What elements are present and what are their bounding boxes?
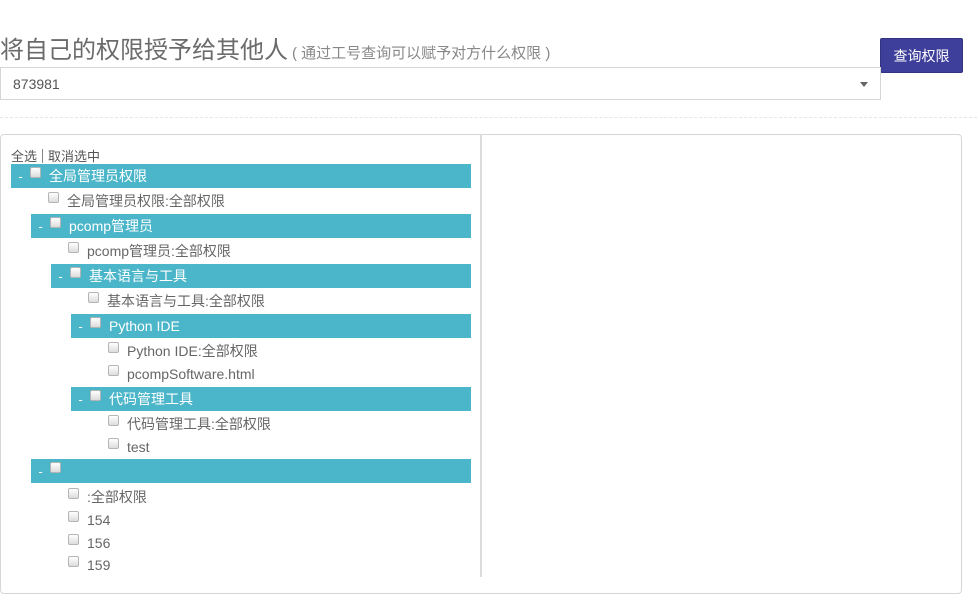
tree-node-unnamed[interactable]: - (31, 459, 471, 483)
tree-leaf-label: 154 (87, 512, 111, 528)
collapse-toggle[interactable]: - (75, 392, 86, 407)
tree-node-basic-tools[interactable]: - 基本语言与工具 (51, 264, 471, 288)
tree-leaf[interactable]: 基本语言与工具:全部权限 (88, 289, 265, 313)
collapse-toggle[interactable]: - (35, 219, 46, 234)
leaf-checkbox[interactable] (108, 437, 119, 449)
node-checkbox[interactable] (90, 389, 101, 401)
collapse-toggle[interactable]: - (55, 269, 66, 284)
tree-leaf[interactable]: 154 (68, 508, 110, 532)
tree-leaf[interactable]: test (108, 435, 150, 459)
collapse-toggle[interactable]: - (75, 319, 86, 334)
tree-leaf[interactable]: Python IDE:全部权限 (108, 339, 258, 363)
node-checkbox[interactable] (50, 461, 61, 473)
page-subtitle: ( 通过工号查询可以赋予对方什么权限 ) (292, 45, 551, 62)
leaf-checkbox[interactable] (88, 291, 99, 303)
link-separator (42, 149, 44, 163)
tree-leaf[interactable]: 代码管理工具:全部权限 (108, 412, 271, 436)
tree-leaf-label: pcompSoftware.html (127, 366, 255, 382)
tree-node-label: 全局管理员权限 (49, 168, 147, 184)
leaf-checkbox[interactable] (68, 487, 79, 499)
leaf-checkbox[interactable] (68, 241, 79, 253)
collapse-toggle[interactable]: - (35, 464, 46, 479)
tree-node-label: pcomp管理员 (69, 218, 154, 234)
tree-leaf[interactable]: pcompSoftware.html (108, 362, 255, 386)
tree-leaf-label: test (127, 439, 150, 455)
employee-id-select[interactable]: 873981 (0, 67, 881, 100)
deselect-link[interactable]: 取消选中 (48, 149, 100, 164)
tree-leaf-label: 159 (87, 557, 111, 573)
leaf-checkbox[interactable] (108, 414, 119, 426)
node-checkbox[interactable] (30, 166, 41, 178)
tree-leaf-label: 全局管理员权限:全部权限 (67, 193, 225, 209)
chevron-down-icon[interactable] (860, 82, 868, 87)
tree-leaf-label: 基本语言与工具:全部权限 (107, 293, 265, 309)
panel-divider (480, 134, 482, 577)
tree-leaf-label: Python IDE:全部权限 (127, 343, 258, 359)
tree-node-label: Python IDE (109, 318, 180, 334)
tree-leaf[interactable]: 156 (68, 531, 110, 555)
tree-leaf[interactable]: pcomp管理员:全部权限 (68, 239, 231, 263)
leaf-checkbox[interactable] (108, 364, 119, 376)
tree-leaf-label: pcomp管理员:全部权限 (87, 243, 231, 259)
tree-node-label: 基本语言与工具 (89, 268, 187, 284)
tree-node-label: 代码管理工具 (109, 391, 193, 407)
tree-leaf[interactable]: 159 (68, 553, 110, 577)
node-checkbox[interactable] (50, 216, 61, 228)
employee-id-value: 873981 (13, 75, 60, 92)
tree-leaf-label: :全部权限 (87, 489, 147, 505)
leaf-checkbox[interactable] (68, 555, 79, 567)
page-title: 将自己的权限授予给其他人( 通过工号查询可以赋予对方什么权限 ) (0, 30, 550, 65)
query-permissions-button[interactable]: 查询权限 (880, 38, 963, 73)
tree-node-global-admin[interactable]: - 全局管理员权限 (11, 164, 471, 188)
node-checkbox[interactable] (70, 266, 81, 278)
leaf-checkbox[interactable] (108, 341, 119, 353)
leaf-checkbox[interactable] (48, 191, 59, 203)
leaf-checkbox[interactable] (68, 533, 79, 545)
tree-leaf[interactable]: 全局管理员权限:全部权限 (48, 189, 225, 213)
page-title-text: 将自己的权限授予给其他人 (0, 37, 288, 64)
tree-node-pcomp-admin[interactable]: - pcomp管理员 (31, 214, 471, 238)
section-divider (0, 117, 977, 118)
tree-node-code-tools[interactable]: - 代码管理工具 (71, 387, 471, 411)
select-all-link[interactable]: 全选 (11, 149, 37, 164)
tree-leaf[interactable]: :全部权限 (68, 485, 147, 509)
tree-node-python-ide[interactable]: - Python IDE (71, 314, 471, 338)
node-checkbox[interactable] (90, 316, 101, 328)
leaf-checkbox[interactable] (68, 510, 79, 522)
collapse-toggle[interactable]: - (15, 169, 26, 184)
tree-actions: 全选 取消选中 (11, 146, 100, 165)
tree-leaf-label: 代码管理工具:全部权限 (127, 416, 271, 432)
tree-leaf-label: 156 (87, 535, 111, 551)
